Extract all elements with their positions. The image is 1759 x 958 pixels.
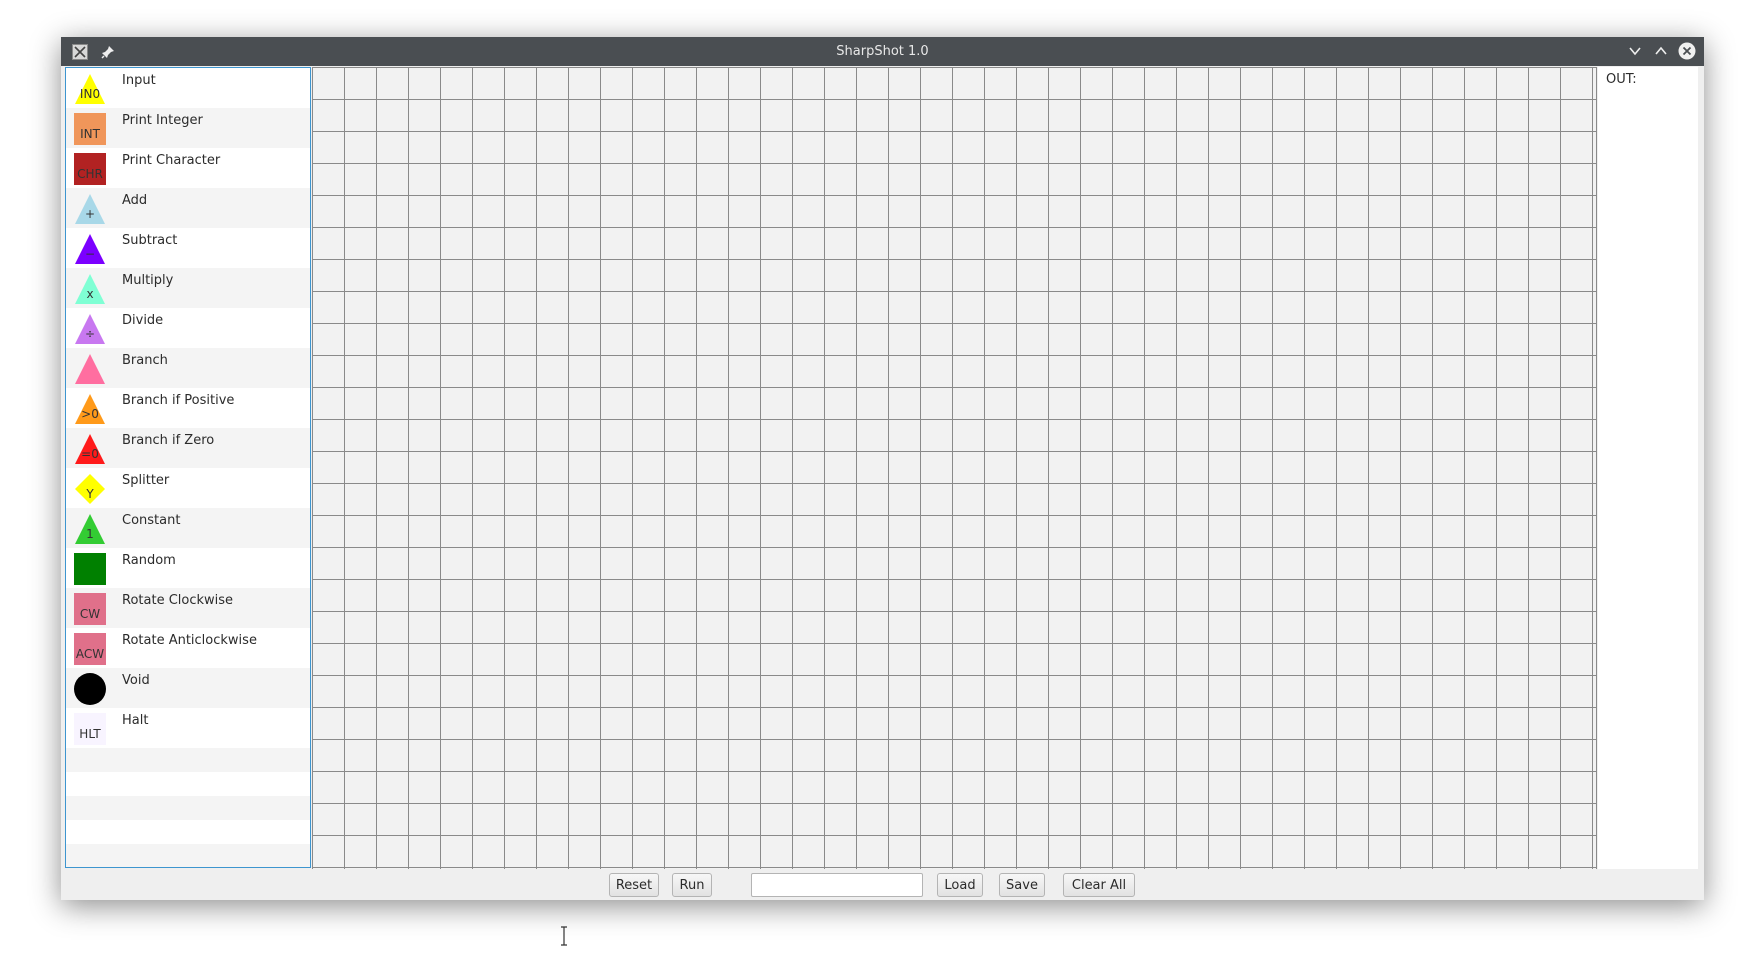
palette-item-print-integer[interactable]: INT Print Integer xyxy=(66,108,310,148)
close-icon[interactable] xyxy=(1678,42,1696,60)
palette-item-subtract[interactable]: − Subtract xyxy=(66,228,310,268)
load-button[interactable]: Load xyxy=(937,873,983,897)
palette-item-label: Print Integer xyxy=(122,113,203,128)
palette-item-halt[interactable]: HLT Halt xyxy=(66,708,310,748)
branch-icon xyxy=(73,352,107,386)
palette-icon-text: HLT xyxy=(79,727,101,741)
print-character-icon: CHR xyxy=(73,152,107,186)
input-icon: IN0 xyxy=(73,72,107,106)
palette-item-input[interactable]: IN0 Input xyxy=(66,68,310,108)
chevron-up-icon[interactable] xyxy=(1652,42,1670,60)
palette-icon-text: Y xyxy=(85,487,94,501)
palette-item-branch-if-positive[interactable]: >0 Branch if Positive xyxy=(66,388,310,428)
add-icon: + xyxy=(73,192,107,226)
clear-all-button[interactable]: Clear All xyxy=(1063,873,1135,897)
palette-icon-text: − xyxy=(85,247,95,261)
halt-icon: HLT xyxy=(73,712,107,746)
palette-icon-text: ACW xyxy=(76,647,104,661)
palette-icon-text: INT xyxy=(80,127,101,141)
chevron-down-icon[interactable] xyxy=(1626,42,1644,60)
palette-icon-text: CW xyxy=(80,607,100,621)
palette-empty-row xyxy=(66,796,310,820)
constant-icon: 1 xyxy=(73,512,107,546)
palette-item-label: Random xyxy=(122,553,176,568)
print-integer-icon: INT xyxy=(73,112,107,146)
palette-item-label: Constant xyxy=(122,513,181,528)
divide-icon: ÷ xyxy=(73,312,107,346)
palette-empty-row xyxy=(66,844,310,867)
palette-icon-text: CHR xyxy=(77,167,103,181)
palette-item-print-character[interactable]: CHR Print Character xyxy=(66,148,310,188)
palette-item-label: Rotate Anticlockwise xyxy=(122,633,257,648)
output-panel: OUT: xyxy=(1598,67,1698,869)
palette-icon-text: >0 xyxy=(81,407,99,421)
program-grid[interactable] xyxy=(312,67,1597,869)
subtract-icon: − xyxy=(73,232,107,266)
palette-item-label: Print Character xyxy=(122,153,221,168)
title-bar[interactable]: SharpShot 1.0 xyxy=(61,37,1704,66)
random-icon xyxy=(73,552,107,586)
reset-button[interactable]: Reset xyxy=(609,873,659,897)
palette-item-multiply[interactable]: x Multiply xyxy=(66,268,310,308)
palette-item-label: Subtract xyxy=(122,233,178,248)
palette-item-branch[interactable]: Branch xyxy=(66,348,310,388)
palette-item-label: Input xyxy=(122,73,156,88)
save-button[interactable]: Save xyxy=(999,873,1045,897)
filename-field[interactable] xyxy=(751,873,923,897)
palette-icon-text: IN0 xyxy=(80,87,100,101)
multiply-icon: x xyxy=(73,272,107,306)
palette-item-label: Void xyxy=(122,673,150,688)
bottom-toolbar: Reset Run Load Save Clear All xyxy=(61,869,1704,900)
palette-item-random[interactable]: Random xyxy=(66,548,310,588)
palette-item-label: Divide xyxy=(122,313,164,328)
palette-item-branch-if-zero[interactable]: =0 Branch if Zero xyxy=(66,428,310,468)
palette-icon-text: =0 xyxy=(81,447,99,461)
splitter-icon: Y xyxy=(73,472,107,506)
palette-item-label: Branch if Positive xyxy=(122,393,235,408)
palette-empty-row xyxy=(66,748,310,772)
palette-item-splitter[interactable]: Y Splitter xyxy=(66,468,310,508)
palette-icon-text: + xyxy=(85,207,95,221)
output-label: OUT: xyxy=(1606,72,1637,87)
palette-icon-text: x xyxy=(86,287,93,301)
run-button[interactable]: Run xyxy=(672,873,712,897)
palette-item-constant[interactable]: 1 Constant xyxy=(66,508,310,548)
palette-icon-text: 1 xyxy=(86,527,94,541)
palette-item-label: Branch xyxy=(122,353,168,368)
void-icon xyxy=(73,672,107,706)
palette-item-divide[interactable]: ÷ Divide xyxy=(66,308,310,348)
palette-item-label: Branch if Zero xyxy=(122,433,215,448)
palette-item-label: Halt xyxy=(122,713,149,728)
window-title: SharpShot 1.0 xyxy=(836,44,929,59)
palette-item-label: Splitter xyxy=(122,473,170,488)
branch-if-zero-icon: =0 xyxy=(73,432,107,466)
palette-item-rotate-clockwise[interactable]: CW Rotate Clockwise xyxy=(66,588,310,628)
main-window: SharpShot 1.0 IN0 Input INT Print Integer CH… xyxy=(61,37,1704,900)
branch-if-positive-icon: >0 xyxy=(73,392,107,426)
palette-item-label: Multiply xyxy=(122,273,174,288)
palette-item-add[interactable]: + Add xyxy=(66,188,310,228)
palette-item-void[interactable]: Void xyxy=(66,668,310,708)
palette-empty-row xyxy=(66,772,310,796)
rotate-clockwise-icon: CW xyxy=(73,592,107,626)
rotate-anticlockwise-icon: ACW xyxy=(73,632,107,666)
palette-icon-text: ÷ xyxy=(85,327,95,341)
palette-item-rotate-anticlockwise[interactable]: ACW Rotate Anticlockwise xyxy=(66,628,310,668)
palette-item-label: Rotate Clockwise xyxy=(122,593,234,608)
palette-empty-row xyxy=(66,820,310,844)
text-cursor-icon xyxy=(559,926,569,950)
palette-item-label: Add xyxy=(122,193,148,208)
component-palette[interactable]: IN0 Input INT Print Integer CHR Print Charact… xyxy=(65,67,311,868)
